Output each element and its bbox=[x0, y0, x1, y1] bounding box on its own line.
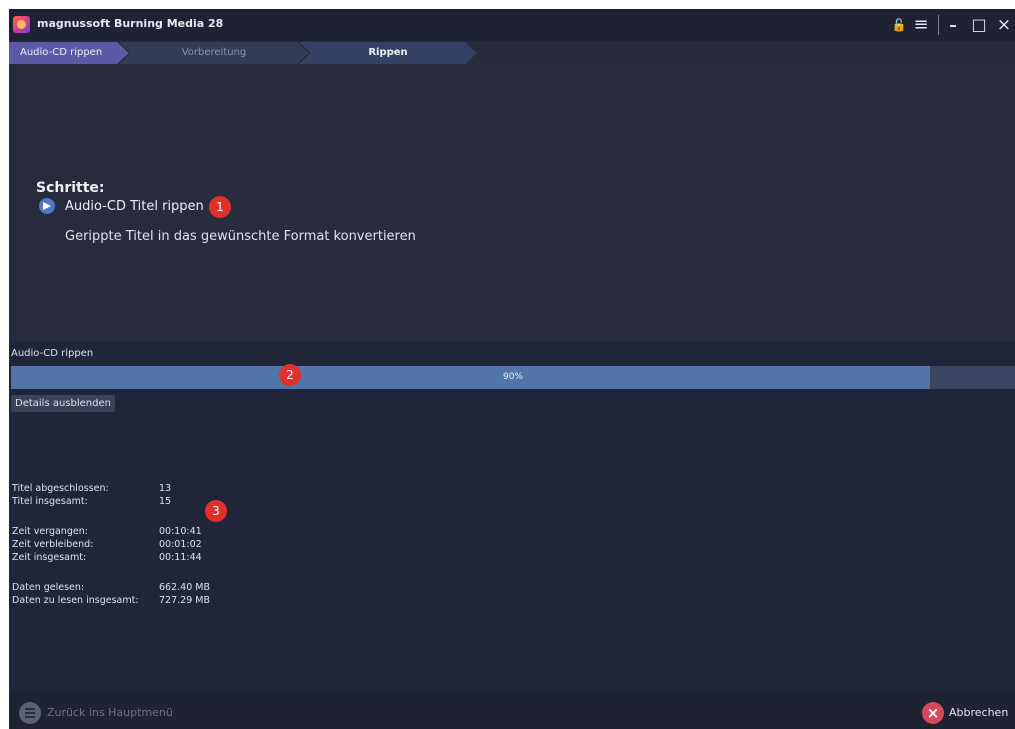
app-logo-icon bbox=[13, 16, 30, 33]
minimize-icon[interactable]: – bbox=[943, 15, 963, 35]
stat-value: 00:10:41 bbox=[159, 526, 202, 537]
stat-label: Zeit insgesamt: bbox=[12, 552, 87, 563]
steps-panel: Schritte: Audio-CD Titel rippen 1 Geripp… bbox=[9, 65, 1015, 341]
breadcrumb-step-vorbereitung[interactable]: Vorbereitung bbox=[119, 42, 309, 64]
back-to-main-menu-button[interactable]: Zurück ins Hauptmenü bbox=[47, 706, 173, 719]
annotation-badge-3: 3 bbox=[205, 500, 227, 522]
stat-label: Titel abgeschlossen: bbox=[12, 483, 109, 494]
stat-value: 13 bbox=[159, 483, 172, 494]
stat-value: 662.40 MB bbox=[159, 582, 210, 593]
current-step-arrow-icon bbox=[39, 198, 55, 214]
lock-icon[interactable]: 🔓 bbox=[889, 15, 909, 35]
menu-list-icon[interactable] bbox=[19, 702, 41, 724]
stat-value: 00:11:44 bbox=[159, 552, 202, 563]
stat-label: Zeit verbleibend: bbox=[12, 539, 94, 550]
progress-label: Audio-CD rippen bbox=[11, 348, 94, 359]
stat-value: 727.29 MB bbox=[159, 595, 210, 606]
cancel-button[interactable]: Abbrechen bbox=[949, 706, 1008, 719]
control-separator bbox=[938, 15, 939, 35]
stat-label: Daten zu lesen insgesamt: bbox=[12, 595, 139, 606]
step-item-rip-titles: Audio-CD Titel rippen bbox=[65, 199, 204, 214]
hide-details-button[interactable]: Details ausblenden bbox=[11, 395, 115, 412]
step-item-convert-titles: Gerippte Titel in das gewünschte Format … bbox=[65, 229, 416, 244]
title-bar: magnussoft Burning Media 28 🔓 ≡ – □ × bbox=[9, 9, 1015, 41]
breadcrumb-step-rippen[interactable]: Rippen bbox=[299, 42, 477, 64]
stat-value: 15 bbox=[159, 496, 172, 507]
stat-label: Titel insgesamt: bbox=[12, 496, 88, 507]
app-title: magnussoft Burning Media 28 bbox=[37, 17, 224, 30]
progress-bar: 90% bbox=[11, 366, 1015, 389]
bottom-bar: Zurück ins Hauptmenü × Abbrechen bbox=[9, 692, 1015, 729]
stat-label: Daten gelesen: bbox=[12, 582, 85, 593]
app-window: magnussoft Burning Media 28 🔓 ≡ – □ × Au… bbox=[9, 9, 1015, 729]
close-icon[interactable]: × bbox=[994, 15, 1014, 35]
stat-value: 00:01:02 bbox=[159, 539, 202, 550]
steps-heading: Schritte: bbox=[36, 180, 105, 196]
breadcrumb: Audio-CD rippen Vorbereitung Rippen bbox=[9, 42, 479, 64]
maximize-icon[interactable]: □ bbox=[969, 15, 989, 35]
breadcrumb-step-audio-cd-rippen[interactable]: Audio-CD rippen bbox=[9, 42, 129, 64]
cancel-icon[interactable]: × bbox=[922, 702, 944, 724]
stat-label: Zeit vergangen: bbox=[12, 526, 88, 537]
menu-icon[interactable]: ≡ bbox=[911, 15, 931, 35]
progress-percent: 90% bbox=[502, 372, 523, 382]
annotation-badge-1: 1 bbox=[209, 196, 231, 218]
progress-section bbox=[9, 341, 1015, 701]
annotation-badge-2: 2 bbox=[279, 364, 301, 386]
